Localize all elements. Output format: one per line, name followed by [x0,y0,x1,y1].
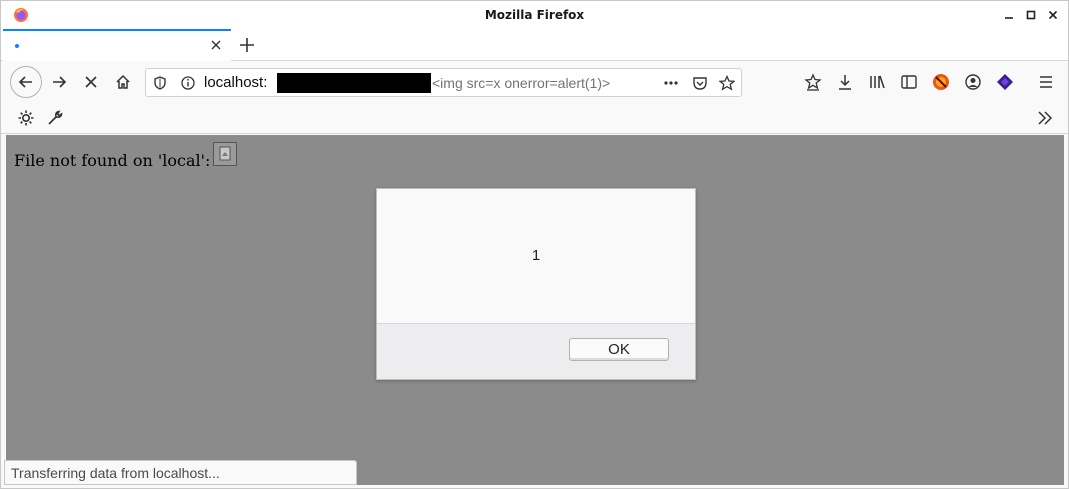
tab-close-icon[interactable] [209,38,223,52]
tab-active[interactable] [3,29,231,61]
wrench-icon[interactable] [46,109,64,127]
settings-gear-icon[interactable] [17,109,35,127]
url-path: <img src=x onerror=alert(1)> [432,75,611,91]
maximize-icon[interactable] [1022,6,1040,24]
navigation-bar: localhost: <img src=x onerror=alert(1)> [1,62,1068,102]
home-button[interactable] [107,66,139,98]
ok-button[interactable]: OK [569,338,669,361]
home-icon [115,74,131,90]
tab-strip [1,29,1068,61]
account-icon[interactable] [964,73,982,91]
minimize-icon[interactable] [1000,6,1018,24]
forward-icon [51,74,67,90]
extra-toolbar [1,102,1068,134]
browser-window: Mozilla Firefox localhost: <img src=x on… [0,0,1069,489]
not-found-message: File not found on 'local': [14,151,211,170]
menu-icon[interactable] [1037,73,1055,91]
library-icon[interactable] [868,73,886,91]
bookmark-star-icon[interactable] [719,75,735,91]
tab-loading-indicator [15,44,19,48]
back-icon [18,74,34,90]
alert-message: 1 [531,247,541,264]
forward-button[interactable] [43,66,75,98]
downloads-icon[interactable] [836,73,854,91]
window-title: Mozilla Firefox [484,8,585,22]
close-icon[interactable] [1044,6,1062,24]
extension-stack-icon[interactable] [996,73,1014,91]
site-info-icon[interactable] [180,75,196,91]
back-button[interactable] [10,66,42,98]
page-actions-icon[interactable] [663,75,679,91]
alert-dialog: 1 OK [376,188,696,380]
sidebar-icon[interactable] [900,73,918,91]
alert-footer: OK [377,323,695,379]
stop-icon [83,74,99,90]
page-content: File not found on 'local': 1 OK [6,135,1064,485]
pocket-icon[interactable] [692,75,708,91]
stop-button[interactable] [75,66,107,98]
status-panel: Transferring data from localhost... [4,460,357,485]
bookmark-page-icon[interactable] [804,73,822,91]
tracking-shield-icon[interactable] [152,75,168,91]
overflow-chevron-icon[interactable] [1036,109,1054,127]
url-bar[interactable]: localhost: <img src=x onerror=alert(1)> [145,68,742,97]
url-host: localhost: [204,74,268,91]
url-redaction [277,73,431,93]
broken-image-icon [213,142,237,166]
extension-icon[interactable] [932,73,950,91]
title-bar: Mozilla Firefox [1,1,1068,29]
new-tab-icon[interactable] [237,35,257,55]
